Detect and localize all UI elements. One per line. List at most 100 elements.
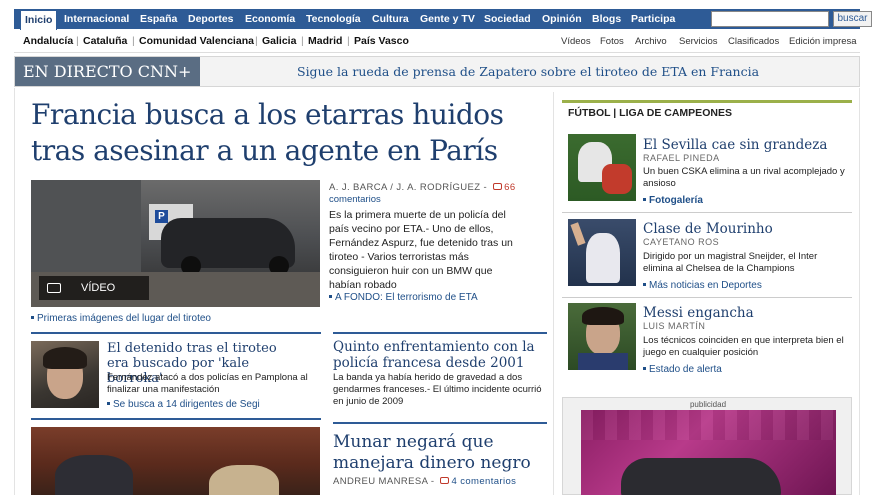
lead-headline[interactable]: Francia busca a los etarras huidos tras … [31, 97, 561, 169]
story1-link-text: Se busca a 14 dirigentes de Segi [113, 399, 260, 410]
ad-image[interactable] [581, 410, 836, 495]
sports-item3-link[interactable]: Estado de alerta [643, 364, 722, 375]
parliament-photo[interactable] [31, 427, 320, 495]
tab-cultura[interactable]: Cultura [372, 9, 409, 29]
ad-pattern [581, 410, 836, 440]
region-galicia[interactable]: Galicia [262, 35, 296, 47]
separator: | [132, 35, 135, 47]
link-archivo[interactable]: Archivo [635, 36, 667, 47]
tab-internacional[interactable]: Internacional [64, 9, 129, 29]
separator: | [301, 35, 304, 47]
section-rule [31, 332, 321, 334]
section-rule [333, 332, 547, 334]
video-caption-link[interactable]: Primeras imágenes del lugar del tiroteo [31, 313, 211, 324]
tab-participa[interactable]: Participa [631, 9, 675, 29]
video-camera-icon [47, 283, 61, 293]
story2-title[interactable]: Quinto enfrentamiento con la policía fra… [333, 339, 545, 371]
frame-line [859, 88, 860, 495]
photo-player [586, 233, 620, 283]
bullet-icon [31, 316, 34, 319]
sports-item2-author: CAYETANO ROS [643, 237, 720, 247]
live-label[interactable]: EN DIRECTO CNN+ [15, 57, 200, 86]
link-fotos[interactable]: Fotos [600, 36, 624, 47]
live-banner: EN DIRECTO CNN+ Sigue la rueda de prensa… [14, 56, 860, 87]
regional-navigation: Andalucía | Cataluña | Comunidad Valenci… [14, 30, 860, 53]
lead-comment-count[interactable]: 66 [504, 182, 515, 193]
search-button[interactable]: buscar [833, 11, 872, 27]
story3-author: ANDREU MANRESA - [333, 476, 435, 487]
story1-link[interactable]: Se busca a 14 dirigentes de Segi [107, 399, 260, 410]
lead-byline: A. J. BARCA / J. A. RODRÍGUEZ - 66 [329, 182, 516, 193]
separator: | [255, 35, 258, 47]
separator: | [347, 35, 350, 47]
sports-item2-body: Dirigido por un magistral Sneijder, el I… [643, 251, 818, 274]
item-separator [562, 297, 852, 298]
lead-related-link[interactable]: A FONDO: El terrorismo de ETA [329, 292, 478, 303]
photo-hair [582, 307, 624, 325]
bullet-icon [107, 402, 110, 405]
messi-photo[interactable] [568, 303, 636, 370]
ad-car [621, 458, 781, 495]
suspect-photo[interactable] [31, 341, 99, 408]
lead-related-text: A FONDO: El terrorismo de ETA [335, 292, 478, 303]
search-input[interactable] [711, 11, 829, 27]
sports-section-header[interactable]: FÚTBOL | LIGA DE CAMPEONES [562, 100, 852, 122]
comment-bubble-icon [440, 477, 450, 484]
tab-tecnologia[interactable]: Tecnología [306, 9, 361, 29]
tab-gente-tv[interactable]: Gente y TV [420, 9, 475, 29]
main-navigation: Inicio Internacional España Deportes Eco… [14, 9, 872, 30]
frame-line [14, 88, 15, 495]
ad-label: publicidad [689, 400, 727, 409]
sports-item2-link[interactable]: Más noticias en Deportes [643, 280, 762, 291]
comment-bubble-icon [493, 183, 503, 190]
region-pais-vasco[interactable]: País Vasco [354, 35, 409, 47]
tab-deportes[interactable]: Deportes [188, 9, 234, 29]
sports-item3-author: LUIS MARTÍN [643, 321, 706, 331]
lead-video[interactable]: P VÍDEO [31, 180, 320, 307]
photo-person [55, 455, 133, 495]
photo-hair [43, 347, 87, 369]
sports-item1-link[interactable]: Fotogalería [643, 195, 703, 206]
sports-item3-title[interactable]: Messi engancha [643, 305, 754, 321]
bullet-icon [643, 367, 646, 370]
sports-item1-title[interactable]: El Sevilla cae sin grandeza [643, 137, 827, 153]
lead-authors: A. J. BARCA / J. A. RODRÍGUEZ - [329, 182, 488, 193]
region-cataluna[interactable]: Cataluña [83, 35, 127, 47]
mourinho-photo[interactable] [568, 219, 636, 286]
link-edicion-impresa[interactable]: Edición impresa [789, 36, 857, 47]
section-rule [333, 422, 547, 424]
sports-item1-link-text: Fotogalería [649, 195, 703, 206]
bullet-icon [643, 283, 646, 286]
live-link[interactable]: Sigue la rueda de prensa de Zapatero sob… [297, 64, 759, 79]
tab-blogs[interactable]: Blogs [592, 9, 621, 29]
story3-title[interactable]: Munar negará que manejara dinero negro [333, 432, 545, 474]
sports-item1-body: Un buen CSKA elimina a un rival acomplej… [643, 166, 845, 189]
link-servicios[interactable]: Servicios [679, 36, 718, 47]
story2-body: La banda ya había herido de gravedad a d… [333, 372, 542, 407]
video-caption-text: Primeras imágenes del lugar del tiroteo [37, 313, 211, 324]
region-valenciana[interactable]: Comunidad Valenciana [139, 35, 254, 47]
story1-body: Fernández atacó a dos policías en Pamplo… [107, 372, 308, 395]
region-madrid[interactable]: Madrid [308, 35, 342, 47]
sports-item2-title[interactable]: Clase de Mourinho [643, 221, 773, 237]
sports-item1-author: RAFAEL PINEDA [643, 153, 720, 163]
link-videos[interactable]: Vídeos [561, 36, 591, 47]
tab-economia[interactable]: Economía [245, 9, 295, 29]
sevilla-photo[interactable] [568, 134, 636, 201]
photo-player [602, 164, 632, 194]
sports-item2-link-text: Más noticias en Deportes [649, 280, 762, 291]
tab-sociedad[interactable]: Sociedad [484, 9, 531, 29]
tab-opinion[interactable]: Opinión [542, 9, 582, 29]
advertisement: publicidad [562, 397, 852, 495]
video-badge[interactable]: VÍDEO [39, 276, 149, 300]
photo-person [209, 465, 279, 495]
tab-inicio[interactable]: Inicio [20, 10, 58, 30]
region-andalucia[interactable]: Andalucía [23, 35, 73, 47]
tab-espana[interactable]: España [140, 9, 177, 29]
video-badge-label: VÍDEO [81, 282, 116, 294]
story3-comments[interactable]: 4 comentarios [451, 476, 516, 487]
item-separator [562, 212, 852, 213]
photo-arm [570, 222, 586, 246]
link-clasificados[interactable]: Clasificados [728, 36, 779, 47]
lead-comments-link[interactable]: comentarios [329, 194, 381, 205]
